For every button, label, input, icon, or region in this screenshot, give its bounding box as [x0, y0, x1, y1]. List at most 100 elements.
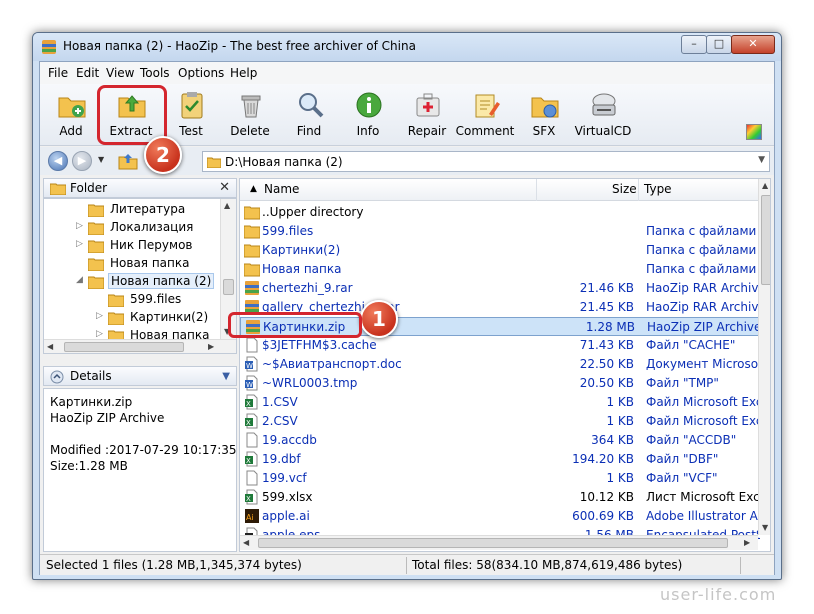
file-type: Файл "CACHE"	[646, 338, 736, 352]
file-row[interactable]: 19.accdb 364 KB Файл "ACCDB"	[240, 431, 760, 450]
title-bar[interactable]: Новая папка (2) - HaoZip - The best free…	[33, 33, 781, 61]
add-button[interactable]: Add	[42, 86, 100, 144]
file-row[interactable]: $3JETFHM$3.cache 71.43 KB Файл "CACHE"	[240, 336, 760, 355]
column-size[interactable]: Size	[612, 182, 637, 196]
file-row[interactable]: W ~WRL0003.tmp 20.50 KB Файл "TMP"	[240, 374, 760, 393]
virtualcd-button[interactable]: VirtualCD	[574, 86, 632, 144]
file-size: 20.50 KB	[579, 376, 634, 390]
folder-icon	[244, 263, 260, 277]
file-row[interactable]: X 2.CSV 1 KB Файл Microsoft Excel	[240, 412, 760, 431]
file-row[interactable]: Новая папка Папка с файлами	[240, 260, 760, 279]
file-row[interactable]: chertezhi_9.rar 21.46 KB HaoZip RAR Archiv…	[240, 279, 760, 298]
details-panel-header[interactable]: Details ▼	[43, 366, 237, 386]
menu-view[interactable]: View	[106, 66, 134, 80]
file-name: chertezhi_9.rar	[262, 281, 353, 295]
excel-icon: X	[245, 394, 258, 410]
file-name: Картинки(2)	[262, 243, 341, 257]
sfx-button[interactable]: SFX	[515, 86, 573, 144]
history-dropdown-icon[interactable]: ▼	[98, 155, 104, 164]
column-name[interactable]: Name	[264, 182, 299, 196]
file-vertical-scrollbar[interactable]: ▲ ▼	[758, 179, 770, 535]
back-arrow-icon[interactable]: ◀	[48, 151, 68, 171]
file-type: Папка с файлами	[646, 243, 757, 257]
address-folder-icon	[207, 157, 221, 168]
sort-up-icon: ▲	[250, 184, 257, 194]
info-button[interactable]: Info	[339, 86, 397, 144]
details-size: Size:1.28 MB	[50, 459, 128, 473]
address-input[interactable]: D:\Новая папка (2) ▼	[202, 151, 770, 172]
file-size: 10.12 KB	[579, 490, 634, 504]
file-type: Документ Microsoft W	[646, 357, 760, 371]
magnifier-icon	[299, 93, 324, 118]
file-row[interactable]: X 599.xlsx 10.12 KB Лист Microsoft Excel	[240, 488, 760, 507]
file-row[interactable]: Картинки(2) Папка с файлами	[240, 241, 760, 260]
file-size: 600.69 KB	[572, 509, 634, 523]
column-type[interactable]: Type	[644, 182, 672, 196]
find-button[interactable]: Find	[280, 86, 338, 144]
blank-file-icon	[246, 432, 258, 448]
excel-icon: X	[245, 413, 258, 429]
tree-hscroll-thumb[interactable]	[64, 342, 184, 352]
client-area: File Edit View Tools Options Help Add Ex…	[39, 61, 775, 575]
svg-text:X: X	[246, 457, 251, 465]
file-row[interactable]: X 19.dbf 194.20 KB Файл "DBF"	[240, 450, 760, 469]
sfx-folder-icon	[531, 97, 559, 118]
tree-expander-icon[interactable]: ◢	[76, 275, 83, 285]
file-type: HaoZip RAR Archive	[646, 300, 760, 314]
forward-arrow-icon[interactable]: ▶	[72, 151, 92, 171]
file-row[interactable]: Ai apple.ai 600.69 KB Adobe Illustrator Art…	[240, 507, 760, 526]
folder-icon	[108, 294, 124, 307]
file-row[interactable]: 199.vcf 1 KB Файл "VCF"	[240, 469, 760, 488]
maximize-button[interactable]: □	[706, 35, 732, 54]
tree-horizontal-scrollbar[interactable]: ◀ ▶	[44, 339, 236, 353]
file-row[interactable]: ..Upper directory	[240, 203, 760, 222]
folder-icon	[108, 312, 124, 325]
tree-expander-icon[interactable]: ▷	[76, 239, 83, 249]
file-type: Adobe Illustrator Artw	[646, 509, 760, 523]
file-name: 19.accdb	[262, 433, 317, 447]
folder-panel-icon	[50, 183, 66, 195]
menu-edit[interactable]: Edit	[76, 66, 99, 80]
minimize-button[interactable]: –	[681, 35, 707, 54]
close-window-button[interactable]: ✕	[731, 35, 775, 54]
skin-palette-icon[interactable]	[746, 124, 762, 140]
file-size: 71.43 KB	[579, 338, 634, 352]
excel-icon: X	[245, 451, 258, 467]
file-size: 1.28 MB	[585, 320, 635, 334]
menu-file[interactable]: File	[48, 66, 68, 80]
details-dropdown-icon[interactable]: ▼	[222, 371, 230, 382]
address-dropdown-icon[interactable]: ▼	[758, 155, 765, 165]
file-name: 599.xlsx	[262, 490, 313, 504]
file-size: 1 KB	[606, 395, 634, 409]
svg-text:Ai: Ai	[246, 513, 254, 522]
tree-item-label: Локализация	[110, 220, 194, 234]
file-row[interactable]: W ~$Авиатранспорт.doc 22.50 KB Документ Mic…	[240, 355, 760, 374]
menu-tools[interactable]: Tools	[140, 66, 170, 80]
menu-options[interactable]: Options	[178, 66, 224, 80]
tree-item-label: Литература	[110, 202, 186, 216]
file-name: 1.CSV	[262, 395, 298, 409]
delete-button[interactable]: Delete	[221, 86, 279, 144]
tree-scroll-thumb[interactable]	[223, 279, 234, 295]
virtualcd-label: VirtualCD	[574, 124, 632, 138]
comment-button[interactable]: Comment	[456, 86, 514, 144]
file-row[interactable]: 599.files Папка с файлами	[240, 222, 760, 241]
tree-expander-icon[interactable]: ▷	[96, 329, 103, 339]
test-button[interactable]: Test	[162, 86, 220, 144]
menu-help[interactable]: Help	[230, 66, 257, 80]
excel-icon: X	[245, 489, 258, 505]
tree-expander-icon[interactable]: ▷	[96, 311, 103, 321]
up-folder-icon[interactable]	[118, 152, 138, 170]
file-row[interactable]: X 1.CSV 1 KB Файл Microsoft Excel	[240, 393, 760, 412]
file-type: Файл Microsoft Excel	[646, 414, 760, 428]
add-folder-icon	[58, 97, 86, 118]
folder-panel-close-icon[interactable]: ✕	[219, 180, 230, 195]
file-type: Лист Microsoft Excel	[646, 490, 760, 504]
file-horizontal-scrollbar[interactable]: ◀ ▶	[240, 535, 758, 550]
file-hscroll-thumb[interactable]	[258, 538, 728, 548]
folder-tree: Литература ▷ Локализация ▷ Ник Перумов Н…	[43, 198, 237, 354]
file-name: apple.ai	[262, 509, 310, 523]
tree-expander-icon[interactable]: ▷	[76, 221, 83, 231]
collapse-chevron-icon[interactable]	[50, 370, 64, 384]
file-scroll-thumb[interactable]	[761, 195, 770, 285]
